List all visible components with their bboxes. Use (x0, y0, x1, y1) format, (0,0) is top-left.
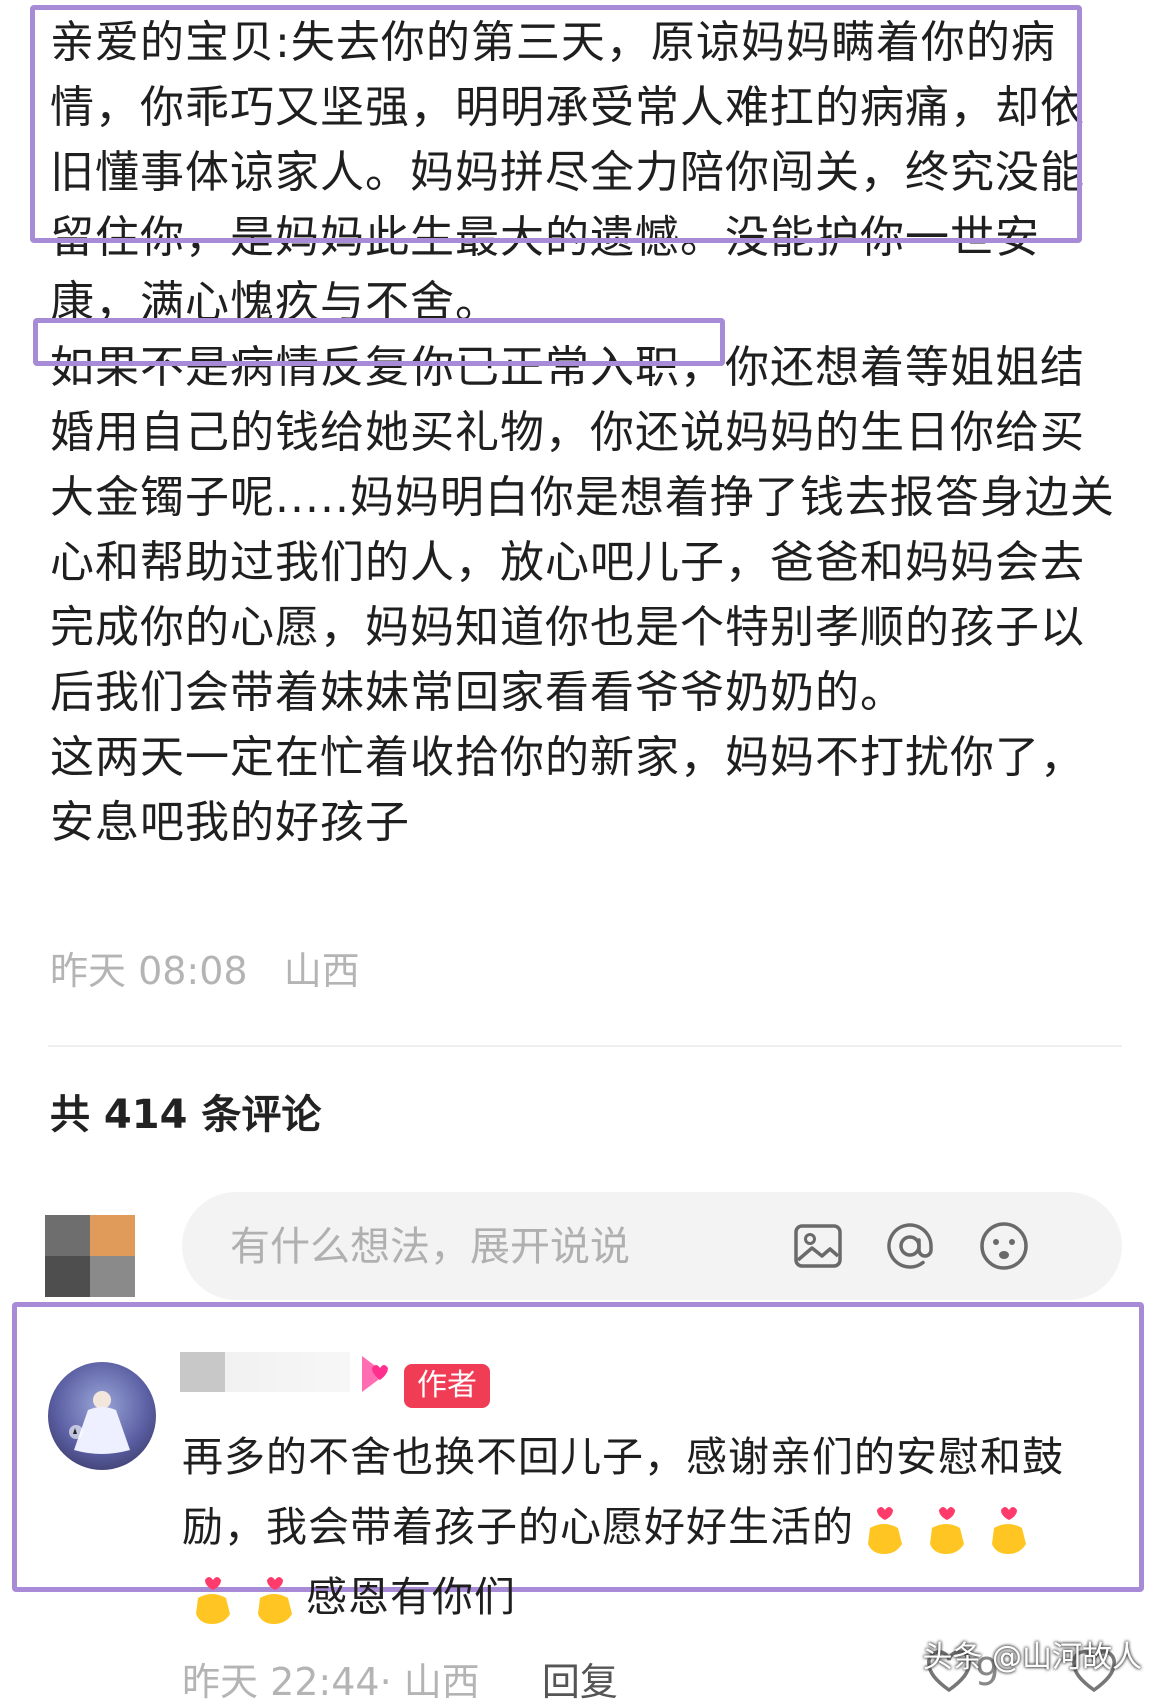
heart-sticker-icon (362, 1356, 388, 1392)
finger-heart-icon (868, 1507, 902, 1554)
comment-count: 共 414 条评论 (50, 1092, 322, 1138)
comment-text: 再多的不舍也换不回儿子，感谢亲们的安慰和鼓励，我会带着孩子的心愿好好生活的 感恩有… (182, 1422, 1122, 1632)
comment-bar[interactable] (182, 1192, 1122, 1300)
avatar-figure (69, 1391, 130, 1454)
finger-heart-icon (992, 1507, 1026, 1554)
emoji-icon[interactable] (976, 1218, 1032, 1274)
avatar[interactable] (45, 1215, 135, 1297)
finger-heart-icon (196, 1577, 230, 1624)
finger-heart-icon (930, 1507, 964, 1554)
at-icon[interactable] (882, 1218, 938, 1274)
commenter-name[interactable] (180, 1352, 350, 1392)
reply-button[interactable]: 回复 (542, 1660, 618, 1704)
divider (48, 1045, 1122, 1047)
commenter-avatar[interactable] (48, 1362, 156, 1470)
comment-input[interactable] (228, 1216, 752, 1278)
post-body: 亲爱的宝贝:失去你的第三天，原谅妈妈瞒着你的病情，你乖巧又坚强，明明承受常人难扛… (50, 10, 1120, 855)
image-icon[interactable] (790, 1218, 846, 1274)
finger-heart-icon (258, 1577, 292, 1624)
post-paragraph-1: 亲爱的宝贝:失去你的第三天，原谅妈妈瞒着你的病情，你乖巧又坚强，明明承受常人难扛… (50, 17, 1085, 328)
watermark: 头条 @山河故人 (922, 1640, 1142, 1675)
comment-time-location: 昨天 22:44· 山西 (182, 1660, 480, 1704)
comment-meta: 昨天 22:44· 山西 回复 (182, 1651, 618, 1706)
post-paragraph-3: 这两天一定在忙着收拾你的新家，妈妈不打扰你了，安息吧我的好孩子 (50, 732, 1085, 848)
author-badge: 作者 (404, 1364, 490, 1408)
post-paragraph-2: 如果不是病情反复你已正常入职，你还想着等姐姐结婚用自己的钱给她买礼物，你还说妈妈… (50, 342, 1115, 718)
comment-text-thanks: 感恩有你们 (306, 1573, 516, 1621)
post-meta: 昨天 08:08 山西 (50, 940, 360, 995)
post-location: 山西 (283, 949, 360, 993)
post-time: 昨天 08:08 (50, 949, 248, 993)
